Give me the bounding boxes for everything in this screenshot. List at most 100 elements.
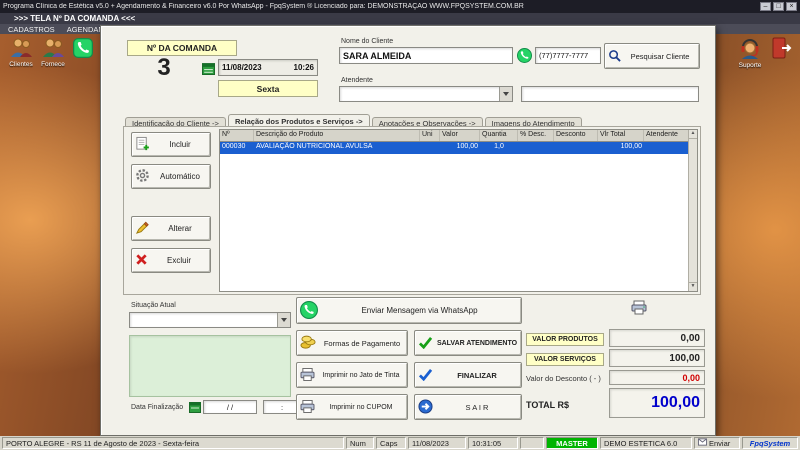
toolbar-fornecedores-button[interactable]: Fornece (38, 37, 68, 68)
tela-tabstrip[interactable]: >>> TELA Nº DA COMANDA <<< (0, 13, 800, 24)
delete-x-icon (135, 253, 148, 268)
toolbar-fornecedores-label: Fornece (41, 61, 65, 68)
whatsapp-icon (300, 300, 318, 321)
status-numlock: Num (346, 437, 374, 449)
weekday-label: Sexta (218, 80, 318, 97)
situacao-label: Situação Atual (131, 302, 176, 309)
support-headset-icon (738, 39, 762, 62)
col-desconto: Desconto (554, 130, 598, 141)
window-title: Programa Clínica de Estética v5.0 + Agen… (3, 3, 524, 10)
client-name-label: Nome do Cliente (341, 38, 394, 45)
grid-selected-row[interactable]: 000030 AVALIAÇÃO NUTRICIONAL AVULSA 100,… (220, 142, 697, 154)
chevron-down-icon[interactable] (499, 87, 512, 101)
situacao-status-panel (129, 335, 291, 397)
status-location-date: PORTO ALEGRE - RS 11 de Agosto de 2023 -… (2, 437, 344, 449)
excluir-button[interactable]: Excluir (131, 248, 211, 273)
imprimir-cupom-button[interactable]: Imprimir no CUPOM (296, 394, 408, 420)
alterar-button[interactable]: Alterar (131, 216, 211, 241)
window-titlebar: Programa Clínica de Estética v5.0 + Agen… (0, 0, 800, 13)
printer-icon[interactable] (631, 300, 647, 320)
exit-arrow-icon (418, 398, 433, 416)
calendar-icon (202, 62, 215, 80)
col-vlr-total: Vlr Total (598, 130, 644, 141)
alterar-label: Alterar (168, 224, 192, 233)
exit-door-icon (771, 37, 793, 62)
comanda-number-value: 3 (157, 54, 171, 81)
desktop: Programa Clínica de Estética v5.0 + Agen… (0, 0, 800, 450)
close-button[interactable]: × (786, 2, 797, 11)
automatico-label: Automático (159, 172, 201, 181)
cell-vlr-total: 100,00 (620, 143, 642, 150)
chevron-down-icon[interactable] (277, 313, 290, 327)
client-name-input[interactable]: SARA ALMEIDA (339, 47, 513, 64)
automatico-button[interactable]: Automático (131, 164, 211, 189)
cell-perc-desc (518, 142, 554, 154)
printer-icon (300, 367, 315, 383)
valor-produtos-value: 0,00 (609, 329, 705, 347)
excluir-label: Excluir (166, 256, 191, 265)
status-enviar-button[interactable]: Enviar (694, 437, 740, 449)
cell-valor: 100,00 (456, 143, 478, 150)
cell-quantia: 1,0 (494, 143, 504, 150)
finalizacao-label: Data Finalização (131, 404, 184, 411)
grid-empty-area (220, 154, 697, 291)
comanda-datetime-field[interactable]: 11/08/2023 10:26 (218, 59, 318, 76)
toolbar-exit-button[interactable] (770, 36, 794, 62)
salvar-atendimento-label: SALVAR ATENDIMENTO (436, 339, 518, 347)
desconto-value: 0,00 (609, 370, 705, 385)
incluir-button[interactable]: Incluir (131, 132, 211, 157)
suppliers-icon (41, 38, 65, 61)
whatsapp-phone-icon[interactable] (517, 48, 532, 68)
search-client-button[interactable]: Pesquisar Cliente (604, 43, 700, 69)
toolbar-whatsapp-button[interactable] (71, 38, 95, 60)
toolbar-clientes-label: Clientes (9, 61, 33, 68)
green-check-icon (418, 336, 433, 351)
attendant-extra-field[interactable] (521, 86, 699, 102)
col-quantia: Quantia (480, 130, 518, 141)
imprimir-jato-button[interactable]: Imprimir no Jato de Tinta (296, 362, 408, 388)
toolbar-suporte-label: Suporte (738, 62, 762, 69)
toolbar-clientes-button[interactable]: Clientes (6, 37, 36, 68)
minimize-button[interactable]: – (760, 2, 771, 11)
total-value: 100,00 (609, 388, 705, 418)
maximize-button[interactable]: □ (773, 2, 784, 11)
finalizacao-date-field[interactable]: / / (203, 400, 257, 414)
comanda-time: 10:26 (293, 63, 314, 72)
blue-check-icon (418, 368, 433, 383)
toolbar-suporte-button[interactable]: Suporte (735, 36, 765, 69)
gear-icon (135, 168, 150, 185)
attendant-combobox[interactable] (339, 86, 513, 102)
salvar-atendimento-button[interactable]: SALVAR ATENDIMENTO (414, 330, 522, 356)
valor-servicos-label: VALOR SERVIÇOS (526, 353, 604, 366)
comanda-dialog: Nº DA COMANDA 3 11/08/2023 10:26 Sexta N… (100, 25, 716, 436)
whatsapp-icon (73, 38, 93, 60)
finalizar-label: FINALIZAR (457, 370, 497, 380)
cell-atendente (644, 142, 690, 154)
comanda-date: 11/08/2023 (222, 63, 262, 72)
formas-pagamento-button[interactable]: Formas de Pagamento (296, 330, 408, 356)
col-valor: Valor (440, 130, 480, 141)
grid-header-row: Nº Descrição do Produto Uni Valor Quanti… (220, 130, 697, 142)
desconto-label: Valor do Desconto ( - ) (526, 374, 601, 383)
situacao-combobox[interactable] (129, 312, 291, 328)
status-brand: FpqSystem (742, 437, 798, 449)
printer-icon (300, 399, 315, 415)
col-descricao: Descrição do Produto (254, 130, 420, 141)
status-capslock: Caps (376, 437, 406, 449)
grid-vertical-scrollbar[interactable]: ▲ ▼ (688, 130, 697, 291)
calendar-icon (189, 400, 201, 418)
menu-cadastros[interactable]: CADASTROS (8, 25, 55, 34)
statusbar: PORTO ALEGRE - RS 11 de Agosto de 2023 -… (0, 436, 800, 450)
send-whatsapp-button[interactable]: Enviar Mensagem via WhatsApp (296, 297, 522, 324)
send-icon (698, 438, 707, 448)
client-phone-field[interactable]: (77)7777-7777 (535, 47, 601, 64)
cell-descricao: AVALIAÇÃO NUTRICIONAL AVULSA (256, 143, 373, 150)
status-company: DEMO ESTETICA 6.0 (600, 437, 692, 449)
sair-button[interactable]: S A I R (414, 394, 522, 420)
pencil-icon (135, 220, 150, 237)
incluir-label: Incluir (169, 140, 191, 149)
sair-label: S A I R (465, 402, 489, 412)
status-time: 10:31:05 (468, 437, 518, 449)
formas-pagamento-label: Formas de Pagamento (323, 338, 401, 348)
finalizar-button[interactable]: FINALIZAR (414, 362, 522, 388)
